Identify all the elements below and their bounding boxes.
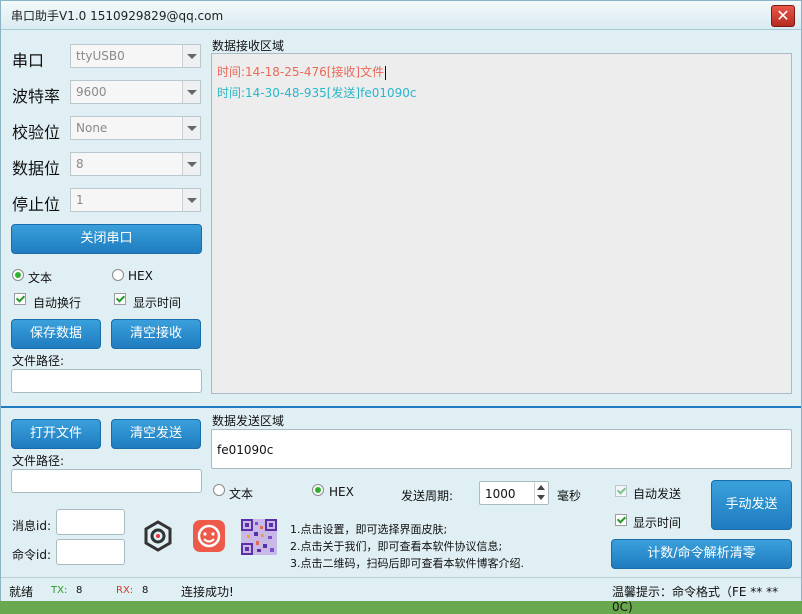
send-period-input[interactable]: 1000 — [479, 481, 549, 505]
tip-line-1: 1.点击设置，即可选择界面皮肤; — [290, 523, 448, 536]
parity-select[interactable]: None — [70, 116, 201, 140]
settings-icon[interactable] — [142, 520, 174, 552]
send-period-unit: 毫秒 — [557, 489, 582, 503]
tx-label: TX: — [51, 585, 68, 596]
send-input-text: fe01090c — [217, 443, 274, 457]
receive-path-input[interactable] — [11, 369, 202, 393]
chevron-down-icon[interactable] — [537, 495, 545, 500]
port-label: 串口 — [12, 51, 45, 70]
manual-send-button[interactable]: 手动发送 — [711, 480, 792, 530]
chevron-down-icon[interactable] — [182, 81, 200, 103]
auto-wrap-checkbox[interactable] — [14, 293, 26, 305]
chevron-down-icon[interactable] — [182, 117, 200, 139]
databits-label: 数据位 — [12, 159, 61, 178]
send-hex-label: HEX — [329, 485, 354, 499]
tip-line-2: 2.点击关于我们，即可查看本软件协议信息; — [290, 540, 503, 553]
clear-receive-button[interactable]: 清空接收 — [111, 319, 201, 349]
cmd-id-input[interactable] — [56, 539, 125, 565]
send-text-radio[interactable] — [213, 484, 225, 496]
main-window: 串口助手V1.0 1510929829@qq.com ✕ 串口 ttyUSB0 … — [0, 0, 802, 614]
status-hint: 温馨提示：命令格式（FE ** ** 0C) — [612, 585, 779, 614]
send-period-label: 发送周期: — [401, 489, 454, 503]
clear-send-button[interactable]: 清空发送 — [111, 419, 201, 449]
title-bar[interactable]: 串口助手V1.0 1510929829@qq.com ✕ — [1, 1, 801, 30]
auto-send-checkbox[interactable] — [615, 485, 627, 497]
stopbits-value: 1 — [76, 193, 84, 207]
rx-count: 8 — [142, 585, 149, 596]
receive-line-1-text: 时间:14-18-25-476[接收]文件 — [217, 65, 385, 79]
receive-log: 时间:14-18-25-476[接收]文件 时间:14-30-48-935[发送… — [217, 62, 417, 104]
baud-value: 9600 — [76, 85, 107, 99]
text-cursor — [385, 65, 387, 80]
close-button[interactable]: ✕ — [771, 5, 795, 27]
chevron-down-icon[interactable] — [182, 189, 200, 211]
about-us-icon[interactable] — [193, 520, 225, 552]
send-period-value: 1000 — [485, 487, 516, 501]
receive-line-1: 时间:14-18-25-476[接收]文件 — [217, 62, 417, 83]
parity-value: None — [76, 121, 108, 135]
status-ready: 就绪 — [9, 585, 34, 599]
receive-text-radio[interactable] — [12, 269, 24, 281]
port-select[interactable]: ttyUSB0 — [70, 44, 201, 68]
send-text-label: 文本 — [229, 487, 254, 501]
status-bar: 就绪 TX: 8 RX: 8 连接成功! 温馨提示：命令格式（FE ** ** … — [1, 577, 801, 614]
clear-count-button[interactable]: 计数/命令解析清零 — [611, 539, 792, 569]
tip-line-3: 3.点击二维码，扫码后即可查看本软件博客介绍. — [290, 557, 524, 570]
baud-label: 波特率 — [12, 87, 61, 106]
auto-send-label: 自动发送 — [633, 487, 682, 501]
receive-text-label: 文本 — [28, 271, 53, 285]
receive-area[interactable]: 时间:14-18-25-476[接收]文件 时间:14-30-48-935[发送… — [211, 53, 792, 394]
baud-select[interactable]: 9600 — [70, 80, 201, 104]
stopbits-select[interactable]: 1 — [70, 188, 201, 212]
receive-hex-radio[interactable] — [112, 269, 124, 281]
send-path-label: 文件路径: — [12, 454, 65, 468]
send-area-title: 数据发送区域 — [212, 414, 285, 428]
cmd-id-label: 命令id: — [12, 548, 51, 562]
receive-show-time-checkbox[interactable] — [114, 293, 126, 305]
section-divider — [1, 406, 801, 408]
save-data-button[interactable]: 保存数据 — [11, 319, 101, 349]
send-show-time-label: 显示时间 — [633, 516, 682, 530]
stopbits-label: 停止位 — [12, 195, 61, 214]
msg-id-label: 消息id: — [12, 519, 51, 533]
receive-line-2: 时间:14-30-48-935[发送]fe01090c — [217, 86, 417, 100]
chevron-down-icon[interactable] — [182, 45, 200, 67]
receive-path-label: 文件路径: — [12, 354, 65, 368]
period-stepper[interactable] — [534, 482, 548, 504]
port-value: ttyUSB0 — [76, 49, 125, 63]
window-title: 串口助手V1.0 1510929829@qq.com — [11, 9, 224, 23]
tx-count: 8 — [76, 585, 83, 596]
status-message: 连接成功! — [181, 585, 234, 599]
send-input[interactable]: fe01090c — [211, 429, 792, 469]
qr-code-icon[interactable] — [241, 519, 277, 555]
databits-select[interactable]: 8 — [70, 152, 201, 176]
close-port-button[interactable]: 关闭串口 — [11, 224, 202, 254]
chevron-down-icon[interactable] — [182, 153, 200, 175]
rx-label: RX: — [116, 585, 134, 596]
open-file-button[interactable]: 打开文件 — [11, 419, 101, 449]
msg-id-input[interactable] — [56, 509, 125, 535]
send-show-time-checkbox[interactable] — [615, 514, 627, 526]
receive-show-time-label: 显示时间 — [133, 296, 182, 310]
databits-value: 8 — [76, 157, 84, 171]
auto-wrap-label: 自动换行 — [33, 296, 82, 310]
chevron-up-icon[interactable] — [537, 485, 545, 490]
parity-label: 校验位 — [12, 123, 61, 142]
receive-area-title: 数据接收区域 — [212, 39, 285, 53]
send-hex-radio[interactable] — [312, 484, 324, 496]
receive-hex-label: HEX — [128, 269, 153, 283]
send-path-input[interactable] — [11, 469, 202, 493]
